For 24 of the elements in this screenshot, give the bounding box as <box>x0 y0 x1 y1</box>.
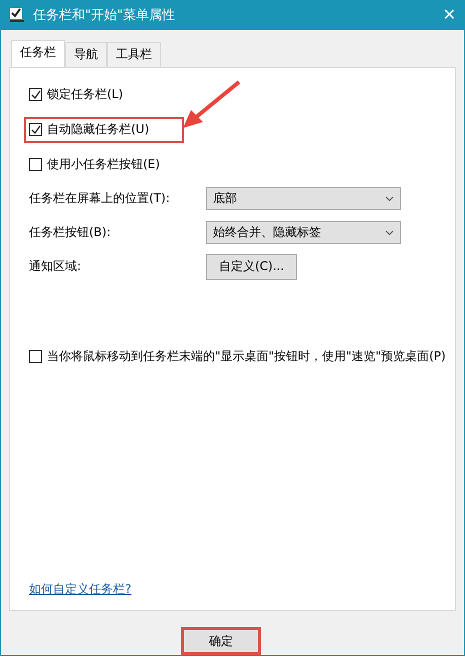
dropdown[interactable]: 始终合并、隐藏标签 <box>206 221 401 244</box>
checkbox[interactable] <box>29 350 42 364</box>
chevron-icon <box>385 196 394 202</box>
ok-button[interactable]: 确定 <box>181 627 261 655</box>
tab[interactable]: 导航 <box>65 42 107 67</box>
checkbox-label: 自动隐藏任务栏(U) <box>47 121 150 138</box>
field-label: 任务栏在屏幕上的位置(T): <box>29 190 171 208</box>
checkbox-label: 使用小任务栏按钮(E) <box>47 156 160 174</box>
checkbox-label: 当你将鼠标移动到任务栏末端的"显示桌面"按钮时，使用"速览"预览桌面(P) <box>47 348 446 366</box>
field-label: 通知区域: <box>29 258 82 276</box>
field-label: 任务栏按钮(B): <box>29 224 112 242</box>
tab[interactable]: 工具栏 <box>107 42 161 67</box>
checkbox-label: 锁定任务栏(L) <box>47 86 124 104</box>
window-title: 任务栏和"开始"菜单属性 <box>33 6 176 24</box>
checkbox[interactable] <box>29 158 42 172</box>
checkbox[interactable] <box>29 88 42 102</box>
help-link[interactable]: 如何自定义任务栏? <box>29 581 132 598</box>
chevron-icon <box>385 230 394 236</box>
checkbox[interactable] <box>29 123 42 136</box>
app-icon <box>9 6 25 23</box>
customize-button[interactable]: 自定义(C)... <box>206 254 298 280</box>
dropdown[interactable]: 底部 <box>206 187 401 210</box>
arrow-annotation <box>181 80 241 130</box>
tab[interactable]: 任务栏 <box>11 40 65 67</box>
